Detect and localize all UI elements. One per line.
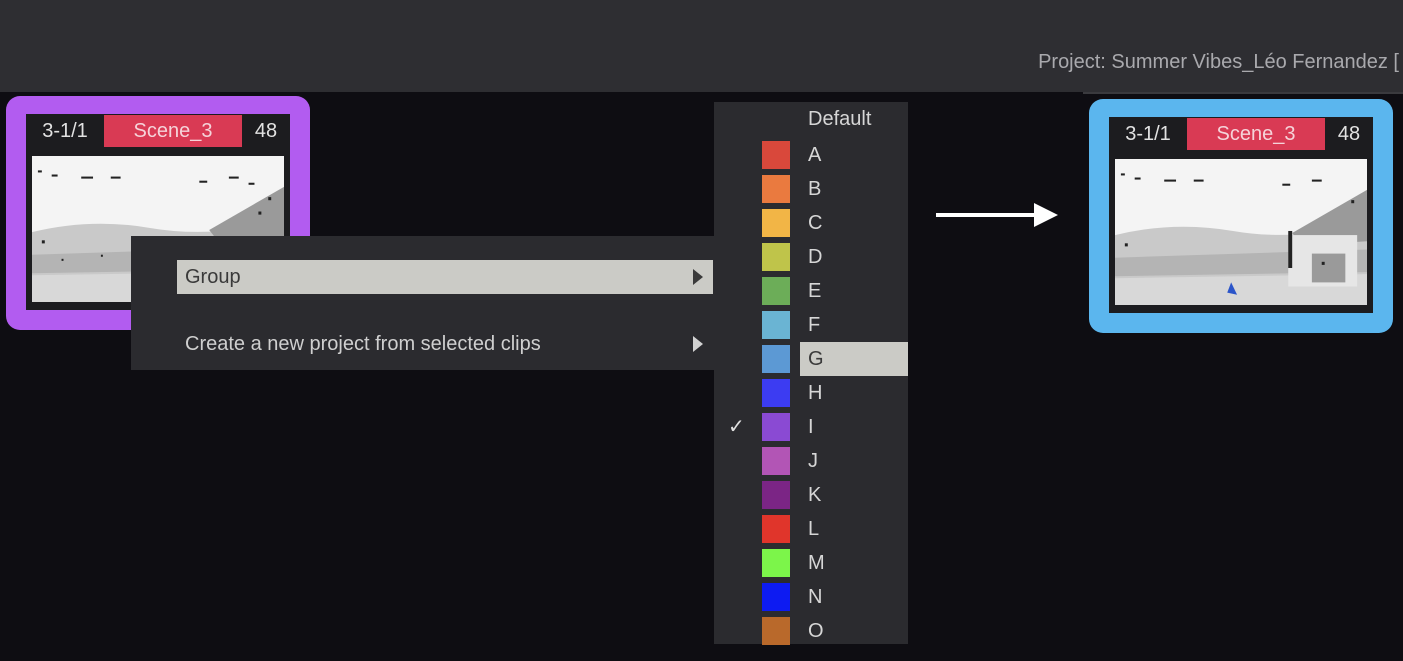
submenu-item-l[interactable]: L — [714, 512, 908, 546]
color-swatch — [762, 515, 790, 543]
submenu-item-m[interactable]: M — [714, 546, 908, 580]
menu-item-label: Group — [185, 265, 241, 288]
submenu-item-o[interactable]: O — [714, 614, 908, 648]
divider — [1083, 92, 1403, 94]
group-color-submenu: Default A B C D E F G H ✓ I J K L M N O — [714, 102, 908, 645]
chevron-right-icon — [693, 269, 703, 285]
check-icon: ✓ — [728, 416, 745, 438]
submenu-item-b[interactable]: B — [714, 172, 908, 206]
clip-timecode: 3-1/1 — [1125, 122, 1171, 145]
submenu-item-g[interactable]: G — [714, 342, 908, 376]
color-swatch — [762, 243, 790, 271]
color-swatch — [762, 345, 790, 373]
submenu-item-label: C — [808, 211, 823, 234]
right-arrow-icon — [936, 200, 1060, 230]
submenu-item-label: E — [808, 279, 822, 302]
submenu-item-label: B — [808, 177, 822, 200]
clip-card-after[interactable]: 3-1/1 Scene_3 48 — [1089, 99, 1393, 333]
color-swatch — [762, 209, 790, 237]
color-swatch — [762, 311, 790, 339]
menu-item-label: Create a new project from selected clips — [185, 332, 541, 355]
color-swatch — [762, 277, 790, 305]
submenu-item-f[interactable]: F — [714, 308, 908, 342]
clip-card-body: 3-1/1 Scene_3 48 — [1109, 117, 1373, 313]
submenu-item-a[interactable]: A — [714, 138, 908, 172]
submenu-item-d[interactable]: D — [714, 240, 908, 274]
clip-scene-name: Scene_3 — [1187, 118, 1325, 150]
submenu-item-n[interactable]: N — [714, 580, 908, 614]
submenu-item-e[interactable]: E — [714, 274, 908, 308]
color-swatch — [762, 413, 790, 441]
color-swatch — [762, 379, 790, 407]
color-swatch — [762, 549, 790, 577]
clip-header: 3-1/1 Scene_3 48 — [26, 114, 290, 148]
clip-thumbnail — [1115, 159, 1367, 305]
color-swatch — [762, 583, 790, 611]
clip-timecode: 3-1/1 — [42, 119, 88, 142]
chevron-right-icon — [693, 336, 703, 352]
project-title: Project: Summer Vibes_Léo Fernandez [ — [1038, 51, 1399, 73]
clip-frame-count: 48 — [1337, 122, 1361, 145]
color-swatch — [762, 141, 790, 169]
menu-item-group[interactable]: Group — [177, 260, 713, 294]
submenu-item-label: O — [808, 619, 824, 642]
submenu-item-label: N — [808, 585, 823, 608]
submenu-item-label: F — [808, 313, 821, 336]
submenu-item-label: G — [800, 342, 908, 376]
submenu-item-label: L — [808, 517, 820, 540]
submenu-item-label: D — [808, 245, 823, 268]
submenu-item-i[interactable]: ✓ I — [714, 410, 908, 444]
clip-header: 3-1/1 Scene_3 48 — [1109, 117, 1373, 151]
clip-frame-count: 48 — [254, 119, 278, 142]
color-swatch — [762, 175, 790, 203]
title-bar: Project: Summer Vibes_Léo Fernandez [ — [0, 0, 1403, 92]
submenu-item-label: H — [808, 381, 823, 404]
submenu-item-k[interactable]: K — [714, 478, 908, 512]
clip-scene-name: Scene_3 — [104, 115, 242, 147]
submenu-item-label: A — [808, 143, 822, 166]
submenu-item-label: I — [808, 415, 814, 438]
submenu-item-label: J — [808, 449, 818, 472]
submenu-item-j[interactable]: J — [714, 444, 908, 478]
color-swatch — [762, 447, 790, 475]
submenu-item-label: K — [808, 483, 822, 506]
color-swatch — [762, 481, 790, 509]
submenu-item-default[interactable]: Default — [808, 108, 871, 131]
submenu-item-label: M — [808, 551, 825, 574]
color-swatch — [762, 617, 790, 645]
submenu-item-c[interactable]: C — [714, 206, 908, 240]
submenu-item-h[interactable]: H — [714, 376, 908, 410]
menu-item-create-project[interactable]: Create a new project from selected clips — [177, 327, 713, 361]
context-menu: Group Create a new project from selected… — [131, 236, 715, 370]
